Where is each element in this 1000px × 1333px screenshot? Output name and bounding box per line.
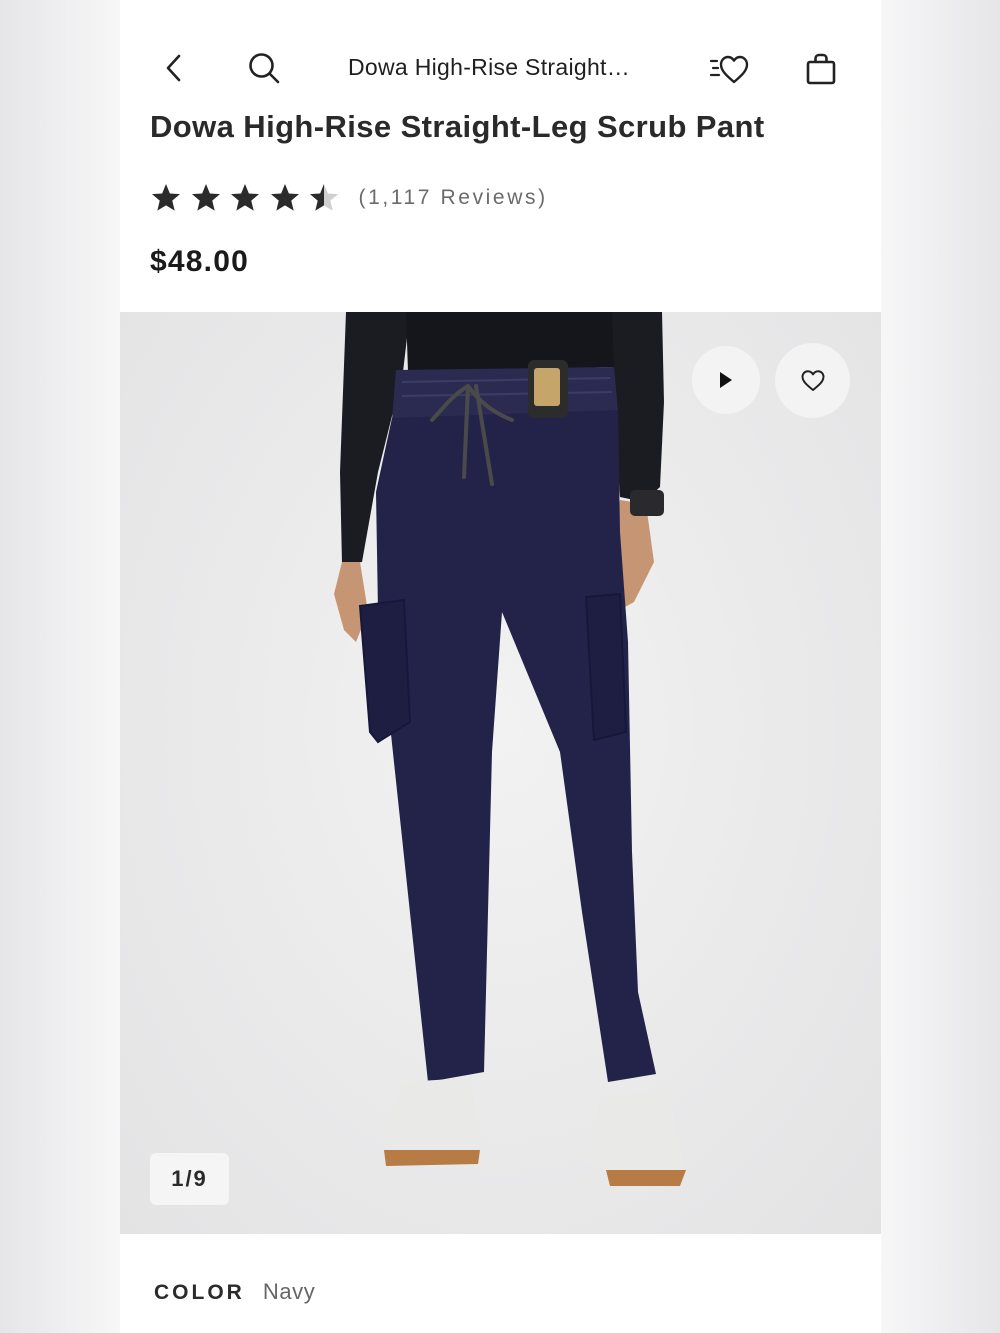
nav-product-title: Dowa High-Rise Straight… [348,54,631,80]
play-video-button[interactable] [692,346,760,414]
back-button[interactable] [156,48,192,88]
color-label: COLOR [154,1281,245,1304]
top-nav-bar: Dowa High-Rise Straight… [120,0,881,110]
back-chevron-icon [166,54,181,82]
color-selection: COLOR Navy [154,1279,315,1305]
rating-row[interactable]: (1,117 Reviews) [150,178,548,218]
search-button[interactable] [242,46,286,90]
wishlist-heart-icon [709,55,749,84]
star-rating [150,182,348,214]
star-icon [152,184,180,211]
product-photo [334,312,686,1186]
star-icon [191,184,220,211]
wishlist-button[interactable] [708,48,752,90]
product-price: $48.00 [150,245,249,278]
selected-color-value: Navy [262,1279,316,1304]
star-icon [231,184,259,211]
shopping-bag-icon [806,53,836,85]
search-icon [249,53,280,84]
favorite-button[interactable] [775,343,850,418]
cart-button[interactable] [800,48,842,90]
play-icon [720,372,732,388]
image-counter: 1/9 [150,1153,229,1205]
reviews-count-link[interactable]: (1,117 Reviews) [359,186,548,210]
product-page: Dowa High-Rise Straight… Dowa High-Rise … [120,0,881,1333]
half-star-icon [310,184,338,211]
product-image-gallery[interactable]: 1/9 [120,312,881,1234]
product-title: Dowa High-Rise Straight-Leg Scrub Pant [150,109,765,144]
heart-icon [801,369,824,391]
star-icon [270,184,299,211]
